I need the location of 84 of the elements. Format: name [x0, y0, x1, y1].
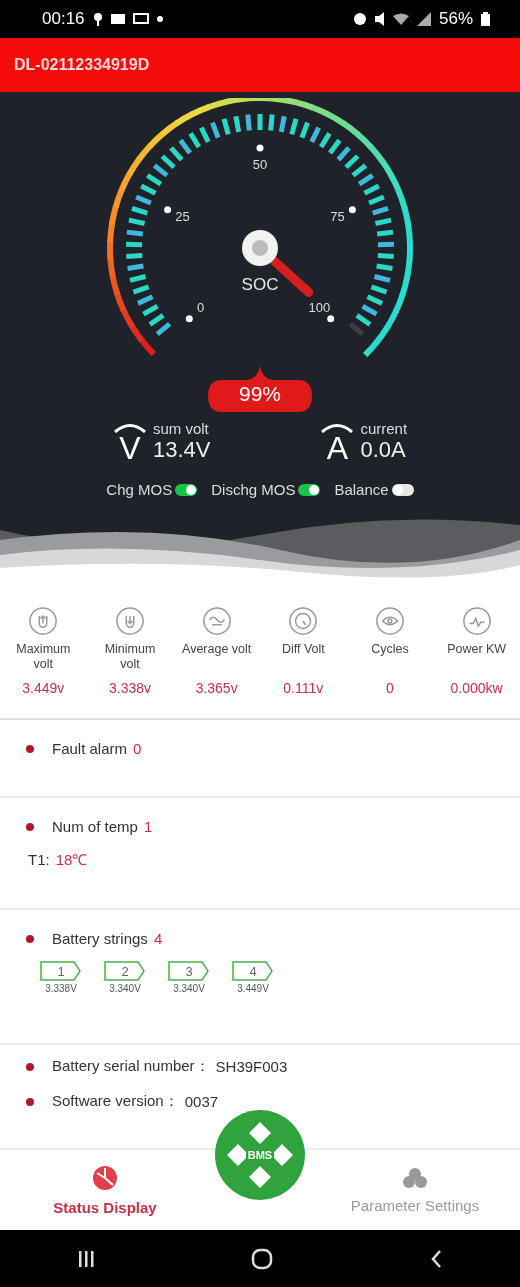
fault-label: Fault alarm: [52, 740, 128, 757]
metric-value: 0: [386, 680, 394, 696]
arc-icon: [320, 423, 355, 433]
metric-value: 3.338v: [108, 680, 151, 696]
pulse-icon: [461, 606, 492, 636]
gauge-needle: [242, 230, 314, 297]
battery-cell: 1: [40, 961, 82, 981]
bullet-dot: [26, 1062, 34, 1071]
toggle-switch[interactable]: [175, 483, 198, 496]
metric-value: 3.365v: [195, 680, 238, 696]
reading-label: sum volt: [152, 420, 210, 437]
cell-voltage: 3.340V: [173, 983, 205, 994]
battery-cell: 2: [104, 961, 146, 981]
fault-count: 0: [133, 740, 142, 757]
bms-button[interactable]: BMS: [215, 1110, 305, 1200]
strings-label: Battery strings: [52, 930, 148, 947]
info-value: 0037: [184, 1093, 219, 1110]
chart-circle-icon: [92, 1164, 118, 1191]
unit-symbol: A: [326, 433, 349, 463]
recent-apps-icon[interactable]: [78, 1249, 95, 1268]
cell-voltage: 3.340V: [109, 983, 141, 994]
reading-label: current: [360, 420, 408, 437]
wifi-icon: [392, 13, 409, 25]
gauge-label: SOC: [241, 275, 279, 294]
battery-cell: 4: [232, 961, 274, 981]
arc-icon: [112, 423, 147, 433]
bullet-dot: [26, 1097, 34, 1106]
metric-label: Diff Volt: [281, 642, 325, 658]
mute-icon: [374, 12, 385, 26]
eye-icon: [375, 606, 405, 636]
toggle-switch[interactable]: [391, 483, 414, 496]
switch-label: Dischg MOS: [211, 481, 296, 498]
gauge-tick-label: 50: [252, 157, 268, 172]
metric-label: Minimum volt: [103, 642, 157, 673]
gauge-tick-label: 25: [175, 208, 190, 224]
battery-percent: 56%: [438, 9, 473, 29]
metric-label: Cycles: [371, 642, 409, 658]
home-icon[interactable]: [251, 1247, 273, 1270]
toggle-switch[interactable]: [298, 483, 321, 496]
percent-badge: 99%: [208, 366, 312, 412]
gauge-tick-label: 75: [330, 208, 345, 224]
cloud-icon: [402, 1166, 428, 1189]
switch-label: Balance: [334, 481, 389, 498]
reading-value: 0.0A: [360, 437, 407, 463]
metric-value: 0.000kw: [450, 680, 503, 696]
arrow-down-icon: [115, 606, 145, 636]
arrow-up-icon: [28, 606, 59, 636]
metric-value: 0.111v: [283, 680, 324, 696]
dial-icon: [288, 606, 319, 636]
bullet-dot: [26, 822, 34, 831]
switch-label: Chg MOS: [106, 481, 173, 498]
sensor-name: T1:: [28, 850, 50, 868]
metric-value: 3.449v: [22, 680, 65, 696]
gauge-tick-label: 0: [197, 300, 205, 316]
battery-cell: 3: [168, 961, 210, 981]
metric-label: Maximum volt: [15, 642, 72, 673]
unit-symbol: V: [119, 433, 141, 463]
cell-voltage: 3.449V: [237, 983, 269, 994]
nav-tab[interactable]: Status Display: [0, 1150, 210, 1230]
strings-count: 4: [153, 930, 163, 947]
reading-value: 13.4V: [152, 437, 211, 463]
status-time: 00:16: [42, 9, 85, 29]
gauge-tick-label: 100: [308, 300, 331, 316]
metric-label: Power KW: [447, 642, 507, 658]
signal-icon: [416, 12, 431, 26]
metric-label: Average volt: [182, 642, 252, 658]
temp-label: Num of temp: [52, 818, 138, 835]
battery-icon: [481, 12, 490, 26]
pin-icon: [92, 12, 103, 26]
temp-count: 1: [143, 818, 153, 835]
wave-icon: [201, 606, 232, 636]
info-label: Battery serial number：: [52, 1057, 210, 1076]
gauge-empty-ticks: [348, 321, 365, 337]
bullet-dot: [26, 744, 34, 753]
device-id: DL-02112334919D: [14, 56, 150, 74]
dot-icon: [156, 16, 163, 22]
back-icon[interactable]: [429, 1248, 442, 1269]
sensor-value: 18℃: [55, 850, 88, 869]
laptop-icon: [132, 13, 149, 25]
bullet-dot: [26, 934, 34, 943]
info-label: Software version：: [52, 1092, 179, 1111]
nav-tab[interactable]: Parameter Settings: [310, 1150, 520, 1230]
cell-voltage: 3.338V: [45, 983, 77, 994]
info-value: SH39F003: [215, 1058, 288, 1075]
